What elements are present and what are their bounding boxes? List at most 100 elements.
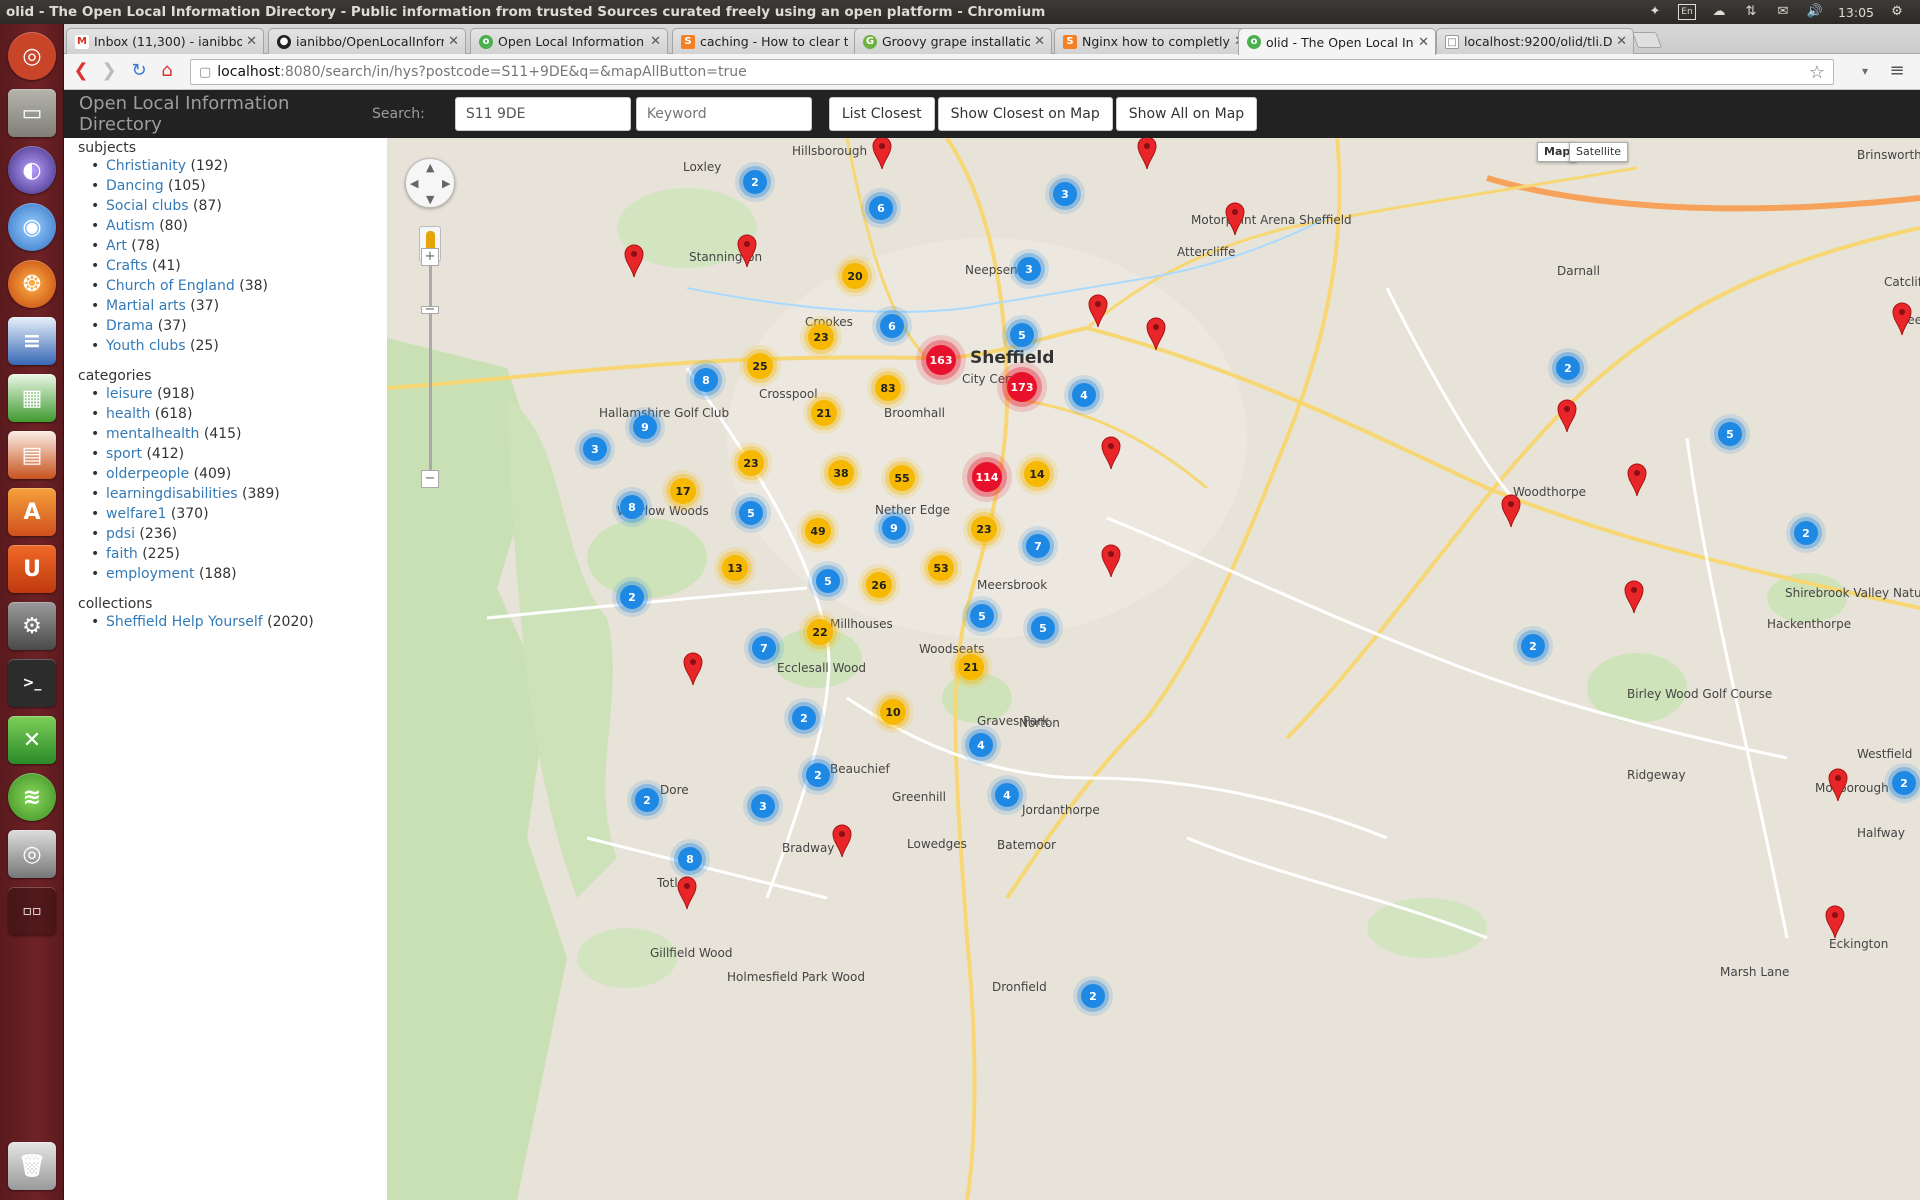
subject-facet-link[interactable]: Crafts bbox=[106, 258, 148, 274]
show-closest-on-map-button[interactable]: Show Closest on Map bbox=[937, 97, 1113, 131]
home-button[interactable]: ⌂ bbox=[156, 60, 178, 82]
map-cluster-marker[interactable]: 173 bbox=[1007, 372, 1037, 402]
map-pin-marker-icon[interactable] bbox=[1627, 463, 1647, 497]
map-cluster-marker[interactable]: 5 bbox=[816, 569, 840, 593]
map-cluster-marker[interactable]: 38 bbox=[828, 460, 854, 486]
map-cluster-marker[interactable]: 2 bbox=[743, 170, 767, 194]
subject-facet-link[interactable]: Martial arts bbox=[106, 298, 186, 314]
map-cluster-marker[interactable]: 21 bbox=[811, 400, 837, 426]
map-pin-marker-icon[interactable] bbox=[872, 138, 892, 170]
map-cluster-marker[interactable]: 14 bbox=[1024, 461, 1050, 487]
mail-icon[interactable]: ✉ bbox=[1774, 4, 1792, 20]
subject-facet-link[interactable]: Art bbox=[106, 238, 127, 254]
map-cluster-marker[interactable]: 2 bbox=[1892, 771, 1916, 795]
bookmark-menu-chevron-icon[interactable]: ▾ bbox=[1854, 60, 1876, 82]
category-facet-link[interactable]: welfare1 bbox=[106, 506, 166, 522]
tab-gmail[interactable]: M Inbox (11,300) - ianibbo@ ✕ bbox=[66, 28, 264, 54]
zoom-handle[interactable]: − bbox=[421, 303, 439, 316]
tab-elasticsearch[interactable]: □ localhost:9200/olid/tli.Di ✕ bbox=[1436, 28, 1634, 54]
map-pin-marker-icon[interactable] bbox=[677, 876, 697, 910]
map-pin-marker-icon[interactable] bbox=[1088, 294, 1108, 328]
browser-menu-icon[interactable]: ≡ bbox=[1886, 60, 1908, 82]
map-cluster-marker[interactable]: 114 bbox=[972, 462, 1002, 492]
cloud-icon[interactable]: ☁ bbox=[1710, 4, 1728, 20]
map-pin-marker-icon[interactable] bbox=[1101, 544, 1121, 578]
list-closest-button[interactable]: List Closest bbox=[828, 97, 935, 131]
subject-facet-link[interactable]: Church of England bbox=[106, 278, 235, 294]
category-facet-link[interactable]: employment bbox=[106, 566, 195, 582]
map-pin-marker-icon[interactable] bbox=[1825, 905, 1845, 939]
map-cluster-marker[interactable]: 5 bbox=[1031, 616, 1055, 640]
map-pin-marker-icon[interactable] bbox=[1624, 580, 1644, 614]
map-cluster-marker[interactable]: 6 bbox=[869, 196, 893, 220]
libreoffice-impress-icon[interactable]: ▤ bbox=[8, 431, 56, 479]
pan-down-icon[interactable]: ▼ bbox=[426, 193, 434, 206]
map-cluster-marker[interactable]: 5 bbox=[970, 604, 994, 628]
map-cluster-marker[interactable]: 20 bbox=[842, 263, 868, 289]
network-icon[interactable]: ⇅ bbox=[1742, 4, 1760, 20]
tab-stackoverflow-nginx[interactable]: SNginx how to completly d✕ bbox=[1054, 28, 1252, 54]
map-cluster-marker[interactable]: 9 bbox=[882, 516, 906, 540]
map-cluster-marker[interactable]: 17 bbox=[670, 478, 696, 504]
tab-groovy[interactable]: G Groovy grape installation ✕ bbox=[854, 28, 1052, 54]
map-pin-marker-icon[interactable] bbox=[1557, 399, 1577, 433]
map-cluster-marker[interactable]: 2 bbox=[635, 788, 659, 812]
category-facet-link[interactable]: mentalhealth bbox=[106, 426, 199, 442]
subject-facet-link[interactable]: Dancing bbox=[106, 178, 164, 194]
map-cluster-marker[interactable]: 26 bbox=[866, 572, 892, 598]
map-pin-marker-icon[interactable] bbox=[737, 234, 757, 268]
category-facet-link[interactable]: learningdisabilities bbox=[106, 486, 238, 502]
pan-control[interactable]: ▲ ▼ ◀ ▶ bbox=[405, 158, 455, 208]
software-center-icon[interactable]: A bbox=[8, 488, 56, 536]
map-cluster-marker[interactable]: 2 bbox=[806, 763, 830, 787]
map-cluster-marker[interactable]: 163 bbox=[926, 345, 956, 375]
subject-facet-link[interactable]: Youth clubs bbox=[106, 338, 186, 354]
map-cluster-marker[interactable]: 2 bbox=[792, 706, 816, 730]
map-pin-marker-icon[interactable] bbox=[1892, 302, 1912, 336]
show-all-on-map-button[interactable]: Show All on Map bbox=[1115, 97, 1258, 131]
system-settings-icon[interactable]: ⚙ bbox=[8, 602, 56, 650]
category-facet-link[interactable]: olderpeople bbox=[106, 466, 189, 482]
subject-facet-link[interactable]: Christianity bbox=[106, 158, 186, 174]
map-cluster-marker[interactable]: 3 bbox=[1017, 257, 1041, 281]
category-facet-link[interactable]: pdsi bbox=[106, 526, 135, 542]
map-cluster-marker[interactable]: 7 bbox=[1026, 534, 1050, 558]
map-cluster-marker[interactable]: 10 bbox=[880, 699, 906, 725]
spotify-icon[interactable]: ≋ bbox=[8, 773, 56, 821]
chromium-icon[interactable]: ◉ bbox=[8, 203, 56, 251]
map-cluster-marker[interactable]: 2 bbox=[1081, 984, 1105, 1008]
pan-left-icon[interactable]: ◀ bbox=[410, 177, 418, 190]
map-cluster-marker[interactable]: 8 bbox=[694, 368, 718, 392]
map-cluster-marker[interactable]: 2 bbox=[1556, 356, 1580, 380]
eclipse-icon[interactable]: ◐ bbox=[8, 146, 56, 194]
map-cluster-marker[interactable]: 83 bbox=[875, 375, 901, 401]
close-tab-icon[interactable]: ✕ bbox=[1034, 34, 1045, 49]
forward-button[interactable]: ❯ bbox=[98, 60, 120, 82]
tab-olid-active[interactable]: o olid - The Open Local Info ✕ bbox=[1238, 28, 1436, 55]
map-cluster-marker[interactable]: 4 bbox=[1072, 383, 1096, 407]
workspace-switcher-icon[interactable]: ▫▫ bbox=[8, 887, 56, 935]
pan-right-icon[interactable]: ▶ bbox=[442, 177, 450, 190]
map-canvas[interactable]: Sheffield City Centre Broomhall Nether Edge… bbox=[387, 138, 1920, 1200]
tab-olid-1[interactable]: o Open Local Information D ✕ bbox=[470, 28, 668, 54]
zoom-out-button[interactable]: − bbox=[421, 470, 439, 488]
map-cluster-marker[interactable]: 23 bbox=[808, 324, 834, 350]
xmind-icon[interactable]: ✕ bbox=[8, 716, 56, 764]
ubuntu-one-icon[interactable]: U bbox=[8, 545, 56, 593]
map-cluster-marker[interactable]: 9 bbox=[633, 415, 657, 439]
map-pin-marker-icon[interactable] bbox=[1101, 436, 1121, 470]
back-button[interactable]: ❮ bbox=[70, 60, 92, 82]
map-cluster-marker[interactable]: 5 bbox=[1010, 323, 1034, 347]
map-cluster-marker[interactable]: 22 bbox=[807, 619, 833, 645]
category-facet-link[interactable]: faith bbox=[106, 546, 138, 562]
map-cluster-marker[interactable]: 6 bbox=[880, 314, 904, 338]
volume-icon[interactable]: 🔊 bbox=[1806, 4, 1824, 20]
terminal-icon[interactable]: >_ bbox=[8, 659, 56, 707]
map-cluster-marker[interactable]: 3 bbox=[583, 437, 607, 461]
map-cluster-marker[interactable]: 8 bbox=[678, 847, 702, 871]
map-cluster-marker[interactable]: 23 bbox=[971, 516, 997, 542]
address-bar[interactable]: ▢ localhost:8080/search/in/hys?postcode=… bbox=[190, 59, 1834, 85]
keyword-input[interactable] bbox=[635, 97, 812, 131]
map-pin-marker-icon[interactable] bbox=[1501, 494, 1521, 528]
close-tab-icon[interactable]: ✕ bbox=[1418, 35, 1429, 50]
